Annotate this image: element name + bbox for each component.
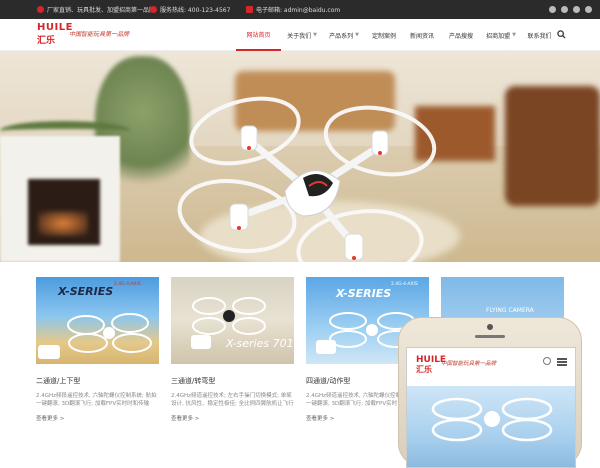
hamburger-menu-icon[interactable] (557, 358, 567, 366)
remote-controller (191, 335, 211, 349)
chevron-down-icon: ▼ (512, 32, 516, 38)
view-more-link[interactable]: 查看更多 > (171, 414, 294, 422)
wechat-icon[interactable] (585, 6, 592, 13)
email-text[interactable]: 电子邮箱: admin@baidu.com (256, 5, 340, 14)
nav-label: 网站首页 (246, 31, 271, 39)
banner-armchair (505, 86, 600, 206)
nav-item-home[interactable]: 网站首页 (236, 19, 281, 51)
phone-icon (150, 6, 157, 13)
product-image[interactable]: X-series 701 (171, 277, 294, 364)
main-header: HUILE 汇乐 中国智能玩具第一品牌 网站首页 关于我们 ▼ 产品系列 ▼ 定制案… (0, 19, 600, 51)
mobile-hero (407, 386, 575, 467)
nav-item-about[interactable]: 关于我们 ▼ (281, 19, 323, 51)
hero-banner[interactable] (0, 51, 600, 262)
nav-label: 新闻资讯 (409, 32, 434, 40)
product-card[interactable]: X-series 701 三通道/转弯型 2.4GHz频道遥控技术; 左右手操门… (171, 277, 294, 422)
camera-icon (487, 324, 493, 330)
nav-item-franchise[interactable]: 招商加盟 ▼ (481, 19, 521, 51)
view-more-link[interactable]: 查看更多 > (36, 414, 159, 422)
speaker-grille (475, 335, 505, 338)
nav-item-products[interactable]: 产品系列 ▼ (323, 19, 365, 51)
logo-slogan: 中国智能玩具第一品牌 (69, 31, 130, 38)
welcome-text: 厂家直销、玩具批发、加盟招商第一品牌 (47, 7, 156, 14)
main-menu: 网站首页 关于我们 ▼ 产品系列 ▼ 定制案例 新闻资讯 产品搜搜 招商加盟 ▼ 联系… (236, 19, 558, 51)
nav-label: 联系我们 (527, 32, 552, 40)
mail-icon (246, 6, 253, 13)
email[interactable]: 电子邮箱: admin@baidu.com (246, 0, 340, 19)
remote-controller (38, 345, 60, 359)
weibo-icon[interactable] (549, 6, 556, 13)
chevron-down-icon: ▼ (313, 32, 317, 38)
mobile-slogan: 中国智能玩具第一品牌 (441, 361, 497, 367)
mobile-mockup: HUILE 汇乐 中国智能玩具第一品牌 (398, 317, 582, 468)
nav-label: 定制案例 (371, 32, 396, 40)
logo-text-en: HUILE (37, 22, 73, 33)
hotline: 服务热线: 400-123-4567 (150, 0, 230, 19)
hotline-text: 服务热线: 400-123-4567 (160, 7, 231, 14)
top-bar: 厂家直销、玩具批发、加盟招商第一品牌 服务热线: 400-123-4567 电子… (0, 0, 600, 19)
mobile-screen: HUILE 汇乐 中国智能玩具第一品牌 (406, 347, 576, 468)
product-image[interactable]: X-SERIES 2.4G·4-AXIS (36, 277, 159, 364)
nav-label: 产品搜搜 (448, 32, 473, 40)
chevron-down-icon: ▼ (355, 32, 359, 38)
mobile-logo-cn: 汇乐 (416, 365, 432, 374)
banner-garland (0, 121, 130, 141)
nav-label: 关于我们 (287, 32, 312, 40)
search-icon[interactable] (557, 30, 566, 39)
site-logo[interactable]: HUILE 汇乐 中国智能玩具第一品牌 (37, 22, 142, 48)
logo-text-cn: 汇乐 (37, 36, 56, 46)
nav-item-cases[interactable]: 定制案例 (365, 19, 403, 51)
drone-icon (67, 313, 152, 353)
product-badge: FLYING CAMERA (486, 307, 534, 314)
drone-icon (431, 397, 553, 442)
product-title[interactable]: 二通道/上下型 (36, 376, 159, 386)
product-desc: 2.4GHz频道遥控技术; 左右手操门切换模式; 单桨设计, 抗风性、稳定性极佳… (171, 393, 294, 407)
nav-item-contact[interactable]: 联系我们 (521, 19, 558, 51)
drone-image (177, 96, 437, 262)
banner-fire-glow (38, 211, 88, 236)
product-badge: X-SERIES (336, 287, 392, 300)
product-badge: X-series 701 (226, 337, 294, 350)
megaphone-icon (37, 6, 44, 13)
mobile-search-icon[interactable] (543, 357, 551, 365)
remote-controller (316, 340, 336, 354)
qq-icon[interactable] (573, 6, 580, 13)
nav-item-search-products[interactable]: 产品搜搜 (441, 19, 481, 51)
product-card[interactable]: X-SERIES 2.4G·4-AXIS 二通道/上下型 2.4GHz频段遥控技… (36, 277, 159, 422)
product-desc: 2.4GHz频段遥控技术, 六轴陀螺仪控制系统; 航拍一键翻滚, 3D翻滚飞行;… (36, 393, 157, 407)
nav-item-news[interactable]: 新闻资讯 (403, 19, 441, 51)
product-badge-sub: 2.4G·4-AXIS (114, 282, 141, 287)
nav-label: 产品系列 (329, 32, 354, 40)
tencent-icon[interactable] (561, 6, 568, 13)
product-badge-sub: 2.4G·4-AXIS (391, 282, 418, 287)
product-badge: X-SERIES (58, 285, 114, 298)
nav-label: 招商加盟 (486, 32, 511, 40)
product-title[interactable]: 三通道/转弯型 (171, 376, 294, 386)
social-links (549, 0, 592, 19)
welcome-notice: 厂家直销、玩具批发、加盟招商第一品牌 (37, 0, 155, 19)
